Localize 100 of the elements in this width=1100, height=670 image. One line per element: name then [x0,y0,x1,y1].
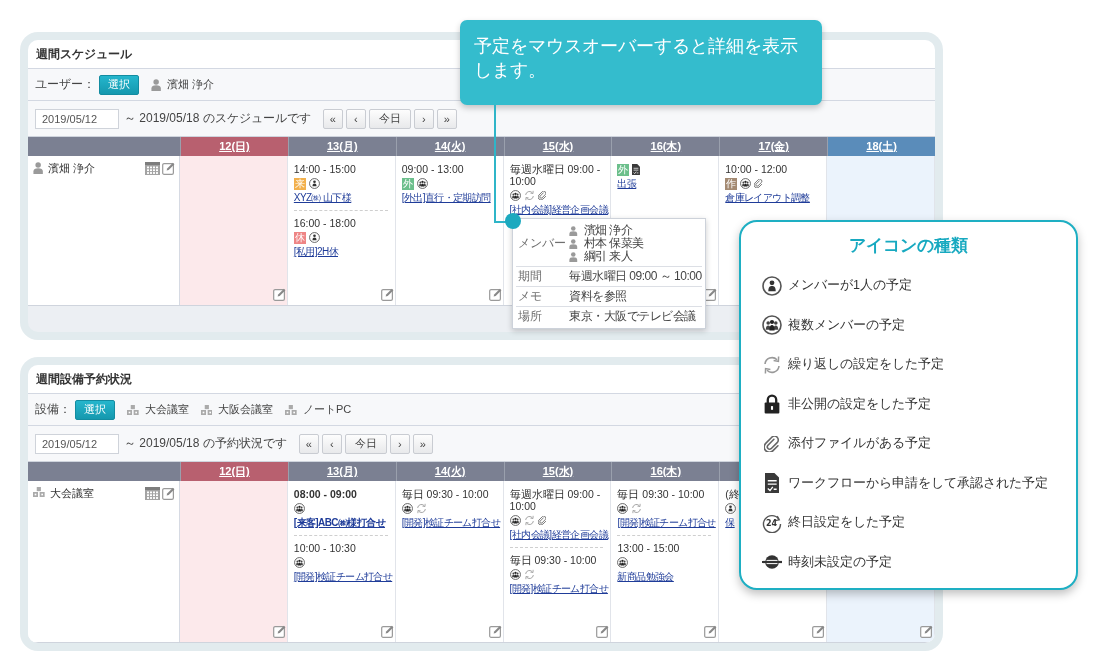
event-time: 14:00 - 15:00 [293,163,356,175]
event-time: 毎日 09:30 - 10:00 [401,488,489,500]
event-link[interactable]: [開発]検証チーム打合せ [401,517,501,529]
event-link[interactable]: 倉庫レイアウト調整 [725,192,810,204]
barred-disc-icon [762,555,782,570]
legend-text: 繰り返しの設定をした予定 [788,356,944,374]
nav-button[interactable]: « [322,108,343,129]
legend-text: メンバーが1人の予定 [788,277,912,295]
nav-button[interactable]: › [413,108,434,129]
repeat-icon [631,503,643,514]
building-icon [200,404,213,415]
event-link[interactable]: [私用]2H休 [293,246,338,258]
panel-title: 週間スケジュール [36,45,132,63]
person-icon [569,225,578,236]
event-time: 毎日 09:30 - 10:00 [617,488,705,500]
person-circle-icon [308,232,320,243]
person-icon [569,238,578,249]
event-link[interactable]: 保 [725,517,735,529]
edit-icon [162,162,175,175]
nav-button[interactable]: › [389,433,410,454]
category-tag: 休 [293,231,306,244]
nav-button[interactable]: » [412,433,433,454]
day-header[interactable]: 18(土) [827,137,935,156]
person-icon [151,78,162,91]
group-circle-icon [617,557,629,568]
facility-name: ノートPC [302,402,352,417]
legend-text: 非公開の設定をした予定 [788,395,931,413]
legend-title: アイコンの種類 [849,235,968,257]
event-link[interactable]: [来客]ABC㈱様打合せ [293,517,385,529]
detail-label: メモ [518,290,542,303]
panel-title: 週間設備予約状況 [36,370,132,388]
building-icon [285,404,297,415]
lock-icon [762,394,782,415]
group-circle-icon [401,503,413,514]
group-circle-icon [617,503,629,514]
event-link[interactable]: [社内会議]経営企画会議 [509,529,608,541]
event-time: 13:00 - 15:00 [617,542,680,554]
document-check-icon [764,473,780,494]
event-link[interactable]: [外出]直行・定期訪問 [401,192,491,204]
event-time: 09:00 - 13:00 [401,163,464,175]
building-icon [33,487,45,497]
repeat-icon [762,354,782,375]
building-icon [127,404,139,415]
event-time: 16:00 - 18:00 [293,217,356,229]
filter-label: 設備： [35,401,71,418]
legend-text: 複数メンバーの予定 [788,316,905,334]
calendar-icon [145,487,160,500]
facility-name: 大阪会議室 [218,402,274,417]
event-link[interactable]: 新商品勉強会 [617,571,674,583]
event-time: (終 [725,488,740,500]
detail-label: 期間 [518,270,542,283]
detail-label: 場所 [518,310,542,323]
repeat-icon [523,569,535,580]
detail-value: 毎週水曜日 09:00 ～ 10:00 [569,270,702,283]
person-circle-icon [308,178,320,189]
facility-name: 大会議室 [49,487,94,500]
nav-button[interactable]: 今日 [344,433,387,454]
nav-button[interactable]: » [436,108,457,129]
paperclip-icon [537,191,547,200]
event-link[interactable]: [開発]検証チーム打合せ [617,517,716,529]
nav-button[interactable]: « [298,433,319,454]
legend-text: 終日設定をした予定 [788,514,905,532]
category-tag: 外 [401,177,414,190]
person-circle-icon [762,275,782,296]
repeat-icon [523,190,535,201]
event-time: 10:00 - 10:30 [293,542,356,554]
tooltip: 予定をマウスオーバーすると詳細を表示します。 [460,20,822,105]
member-name: 綱引 来人 [583,250,633,263]
nav-button[interactable]: ‹ [321,433,342,454]
nav-button[interactable]: ‹ [345,108,366,129]
person-icon [569,251,578,262]
category-tag: 外 [617,163,630,176]
paperclip-icon [754,179,764,188]
calendar-icon [145,162,160,175]
event-time: 毎日 09:30 - 10:00 [509,554,597,566]
day-header[interactable]: 12(日) [180,137,288,156]
date-field[interactable]: 2019/05/12 [35,433,119,454]
range-text: ～ 2019/05/18 のスケジュールです [124,110,311,127]
group-circle-icon [740,178,752,189]
detail-value: 資料を参照 [569,290,627,303]
group-circle-icon [293,503,305,514]
event-link[interactable]: XYZ㈱ 山下様 [293,192,352,204]
group-circle-icon [762,315,782,336]
member-name: 村本 保菜美 [583,237,644,250]
person-icon [33,162,44,174]
date-field[interactable]: 2019/05/12 [35,108,119,129]
event-link[interactable]: [開発]検証チーム打合せ [509,583,608,595]
group-circle-icon [416,178,428,189]
document-check-icon [632,164,641,175]
group-circle-icon [509,190,521,201]
repeat-icon [523,515,535,526]
event-link[interactable]: [開発]検証チーム打合せ [293,571,393,583]
edit-icon [162,487,175,500]
nav-button[interactable]: 今日 [368,108,411,129]
event-link[interactable]: 出張 [617,178,637,190]
day-header[interactable]: 12(日) [180,462,288,481]
member-name: 濱畑 浄介 [583,224,633,237]
legend-text: 時刻未設定の予定 [788,553,892,571]
event-time: 毎週水曜日 09:00 - 10:00 [509,163,602,187]
group-circle-icon [509,515,521,526]
